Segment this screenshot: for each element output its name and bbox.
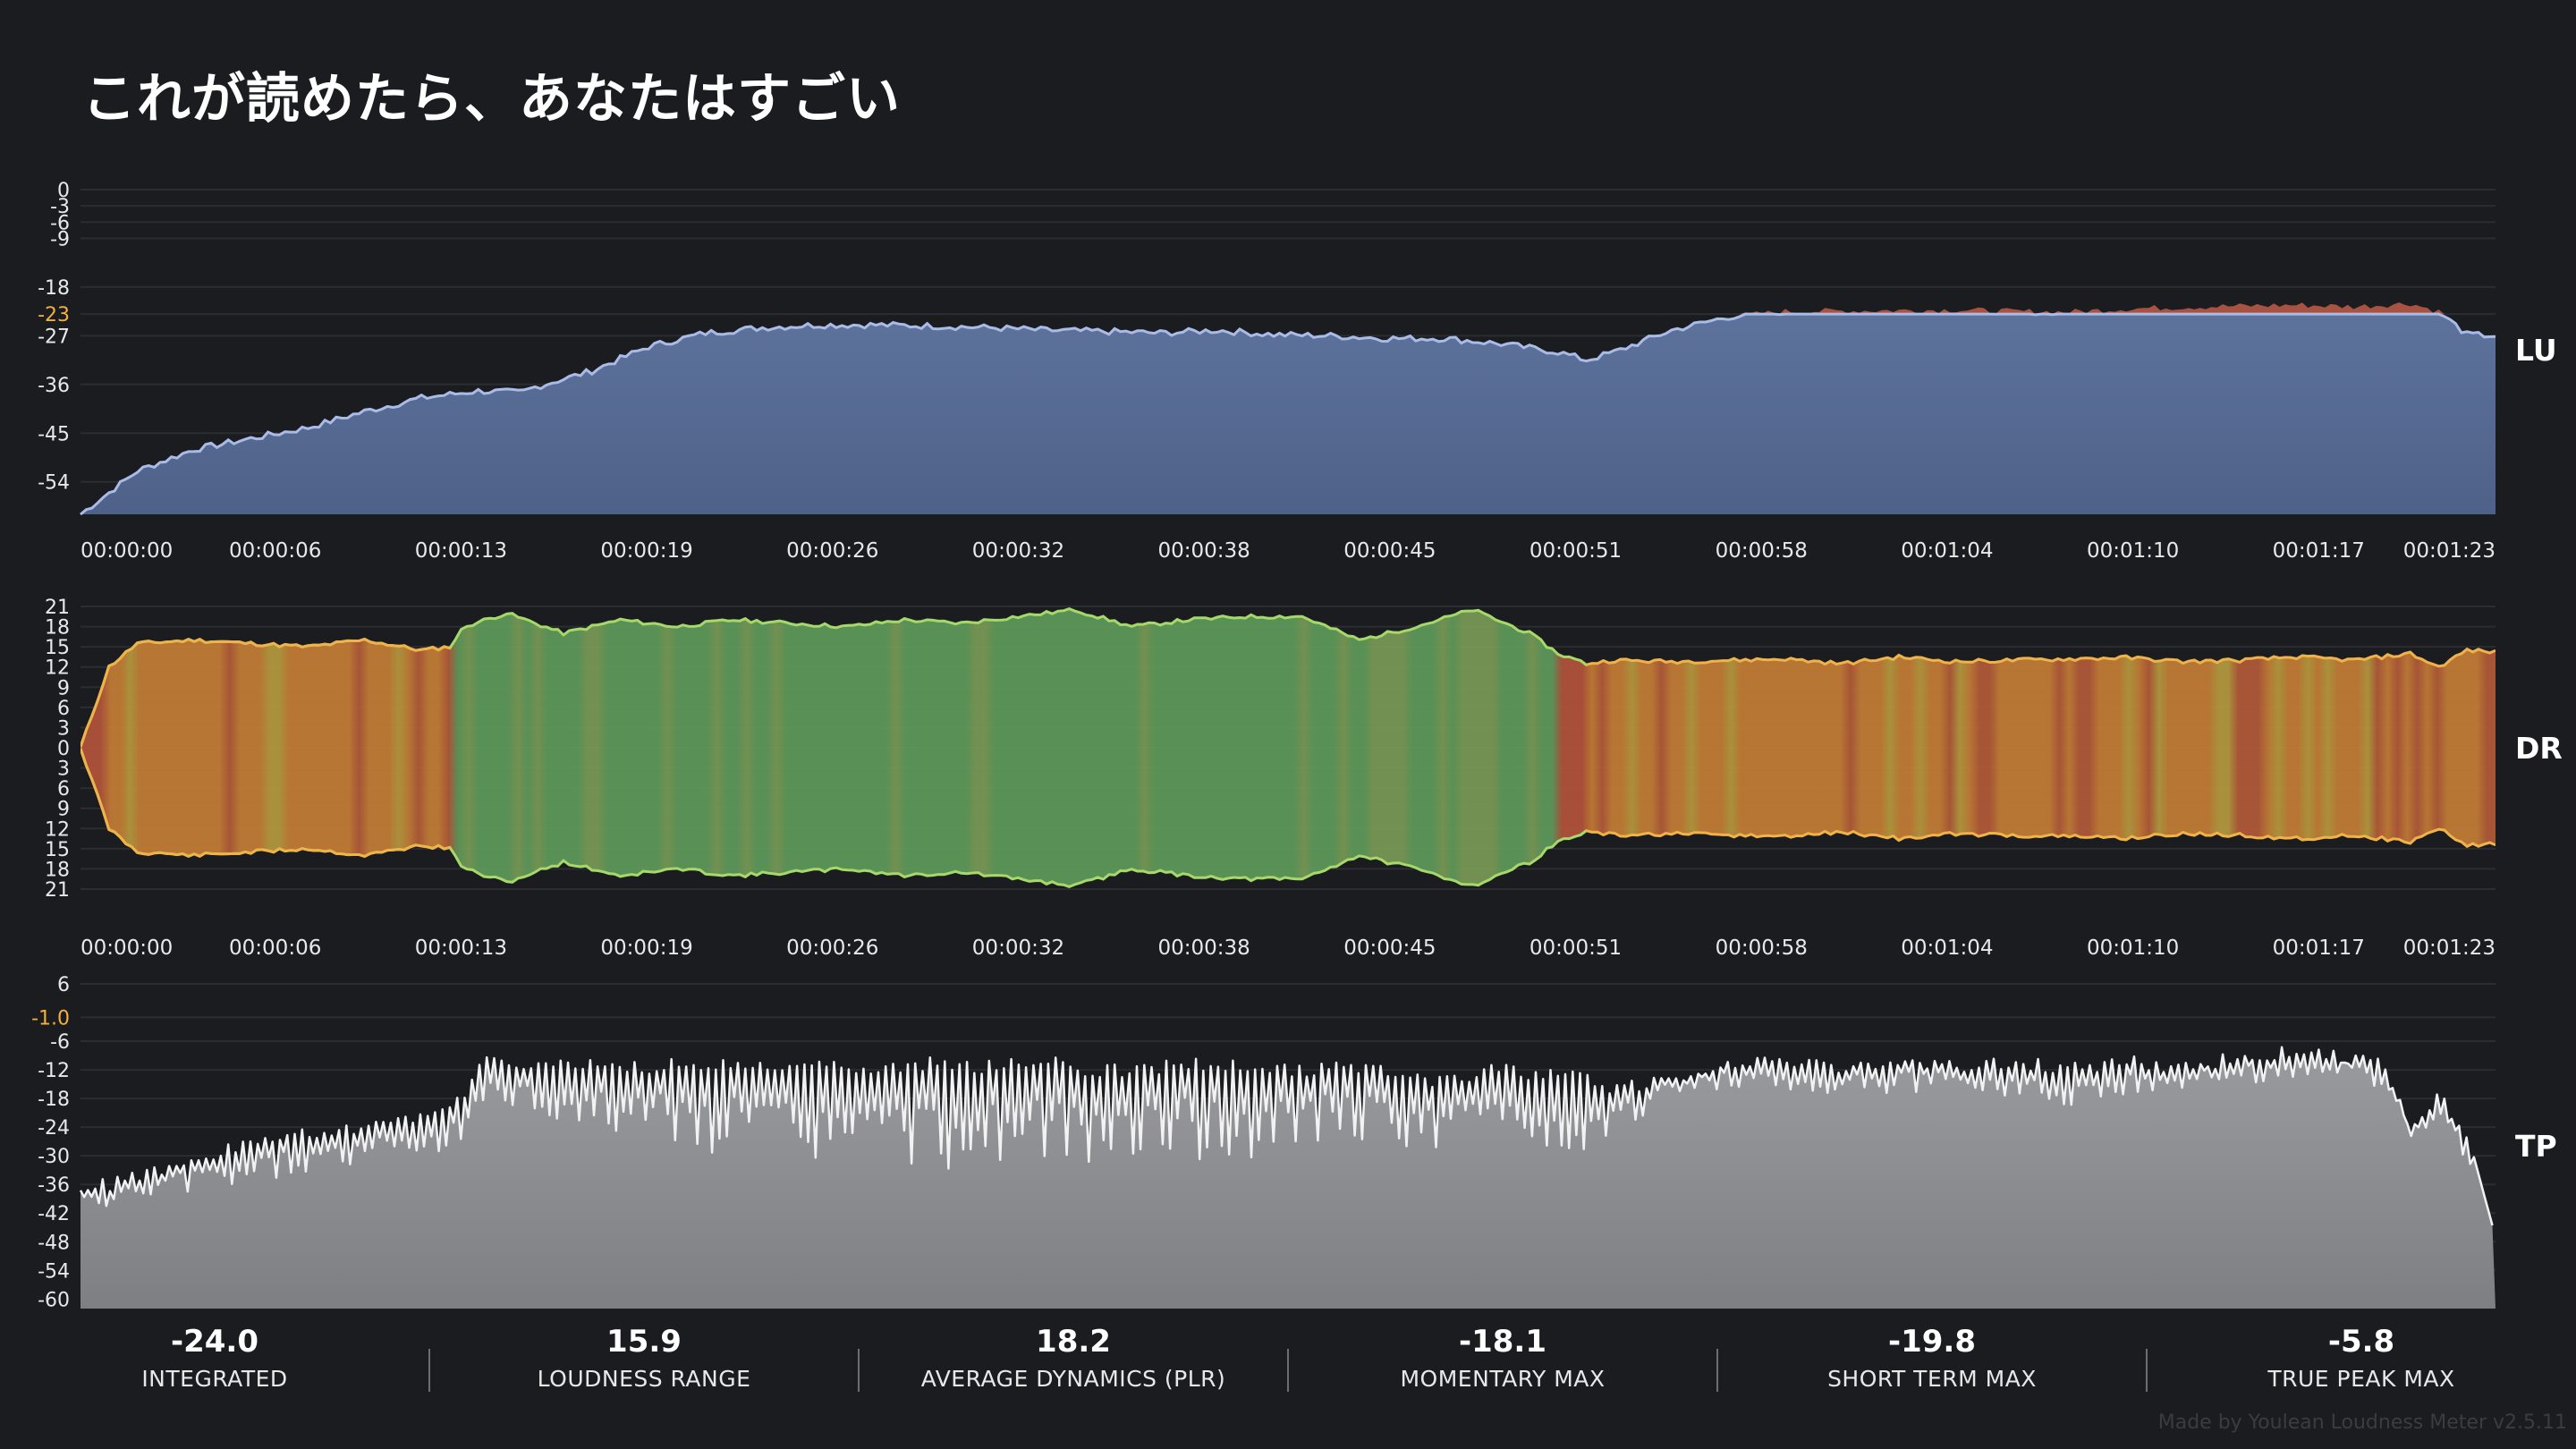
dr-area (80, 608, 2496, 887)
y-tick-label: 9 (57, 677, 70, 699)
stat-value: -19.8 (1888, 1324, 1976, 1360)
stats-bar: -24.0 INTEGRATED 15.9 LOUDNESS RANGE 18.… (0, 1324, 2576, 1413)
y-tick-label: -30 (38, 1146, 70, 1168)
stat-loudness-range: 15.9 LOUDNESS RANGE (429, 1324, 859, 1395)
y-tick-label: -36 (38, 1174, 70, 1197)
y-tick-label: 12 (45, 657, 70, 680)
x-tick-label: 00:00:32 (972, 539, 1064, 563)
y-tick-label: 9 (57, 799, 70, 821)
x-tick-label: 00:01:04 (1901, 539, 1993, 563)
y-tick-label: -12 (38, 1060, 70, 1082)
stat-value: -5.8 (2327, 1324, 2395, 1360)
y-tick-label: -6 (50, 1031, 70, 1054)
y-tick-label: 6 (57, 778, 70, 801)
x-tick-label: 00:00:58 (1716, 936, 1808, 960)
x-tick-label: 00:00:00 (80, 539, 173, 563)
x-tick-label: 00:00:19 (600, 539, 692, 563)
stat-label: INTEGRATED (141, 1366, 288, 1392)
stat-label: LOUDNESS RANGE (537, 1366, 751, 1392)
stat-label: AVERAGE DYNAMICS (PLR) (920, 1366, 1226, 1392)
x-tick-label: 00:00:51 (1530, 539, 1622, 563)
lu-area (80, 314, 2496, 515)
stat-label: MOMENTARY MAX (1400, 1366, 1606, 1392)
stat-short-term-max: -19.8 SHORT TERM MAX (1717, 1324, 2147, 1395)
y-tick-label: -27 (38, 326, 70, 348)
y-tick-label: 21 (45, 597, 70, 619)
y-tick-label: -48 (38, 1232, 70, 1254)
y-tick-label: -54 (38, 1260, 70, 1283)
x-tick-label: 00:00:06 (229, 936, 321, 960)
x-tick-label: 00:01:23 (2403, 539, 2496, 563)
x-tick-label: 00:00:06 (229, 539, 321, 563)
y-tick-label: 15 (45, 637, 70, 659)
stat-momentary-max: -18.1 MOMENTARY MAX (1288, 1324, 1717, 1395)
x-tick-label: 00:00:19 (600, 936, 692, 960)
y-tick-label: -42 (38, 1203, 70, 1225)
x-tick-label: 00:00:45 (1343, 539, 1436, 563)
stat-true-peak-max: -5.8 TRUE PEAK MAX (2147, 1324, 2576, 1395)
y-tick-label: 21 (45, 879, 70, 902)
y-tick-label: -54 (38, 472, 70, 495)
stat-integrated: -24.0 INTEGRATED (0, 1324, 429, 1395)
x-tick-label: 00:00:51 (1530, 936, 1622, 960)
y-tick-label: 18 (45, 859, 70, 881)
tp-area (80, 1046, 2496, 1309)
y-tick-label: -36 (38, 375, 70, 397)
y-tick-label: -18 (38, 277, 70, 300)
y-tick-label: -24 (38, 1117, 70, 1140)
x-tick-label: 00:01:10 (2087, 539, 2179, 563)
loudness-charts: 0-3-6-9-18-23-27-36-45-54LU00:00:00 00:00… (31, 180, 2563, 1311)
y-tick-label: 3 (57, 758, 70, 781)
y-tick-label: 15 (45, 839, 70, 861)
tp-axis-label: TP (2515, 1129, 2557, 1164)
x-tick-label: 00:01:17 (2273, 539, 2365, 563)
dr-chart: 21181512963036912151821DR00:00:00 00:00:0… (45, 597, 2563, 960)
x-tick-label: 00:00:58 (1716, 539, 1808, 563)
y-tick-label: 0 (57, 738, 70, 760)
credit-text: Made by Youlean Loudness Meter v2.5.11 (2157, 1411, 2567, 1434)
stat-value: 18.2 (1036, 1324, 1111, 1360)
x-tick-label: 00:01:10 (2087, 936, 2179, 960)
y-tick-label: 6 (57, 974, 70, 996)
x-tick-label: 00:00:45 (1343, 936, 1436, 960)
y-tick-label: 18 (45, 617, 70, 640)
x-tick-label: 00:00:13 (415, 936, 507, 960)
y-tick-label: 3 (57, 717, 70, 740)
x-tick-label: 00:01:04 (1901, 936, 1993, 960)
x-tick-label: 00:00:13 (415, 539, 507, 563)
x-tick-label: 00:00:26 (786, 936, 878, 960)
y-tick-label: -1.0 (31, 1007, 70, 1030)
dr-axis-label: DR (2515, 731, 2563, 766)
y-tick-label: -9 (50, 228, 70, 250)
stat-label: SHORT TERM MAX (1827, 1366, 2037, 1392)
stat-label: TRUE PEAK MAX (2267, 1366, 2455, 1392)
y-tick-label: 6 (57, 698, 70, 720)
x-tick-label: 00:00:38 (1157, 539, 1250, 563)
stat-average-dynamics: 18.2 AVERAGE DYNAMICS (PLR) (859, 1324, 1288, 1395)
y-tick-label: 12 (45, 818, 70, 841)
stat-value: -24.0 (171, 1324, 258, 1360)
x-tick-label: 00:00:38 (1157, 936, 1250, 960)
x-tick-label: 00:01:17 (2273, 936, 2365, 960)
lu-chart: 0-3-6-9-18-23-27-36-45-54LU00:00:00 00:00… (38, 180, 2557, 563)
y-tick-label: -18 (38, 1089, 70, 1111)
y-tick-label: -45 (38, 423, 70, 445)
tp-chart: 6 -1.0-6 -12 -18 -24 -30 -36 -42 -48 -54 -60 TP (31, 974, 2557, 1311)
stat-value: -18.1 (1459, 1324, 1546, 1360)
stat-value: 15.9 (606, 1324, 682, 1360)
x-tick-label: 00:00:26 (786, 539, 878, 563)
x-tick-label: 00:00:00 (80, 936, 173, 960)
lu-over-target-area (80, 302, 2496, 315)
y-tick-label: -23 (38, 304, 70, 326)
lu-axis-label: LU (2515, 333, 2557, 368)
y-tick-label: -60 (38, 1289, 70, 1311)
x-tick-label: 00:01:23 (2403, 936, 2496, 960)
x-tick-label: 00:00:32 (972, 936, 1064, 960)
